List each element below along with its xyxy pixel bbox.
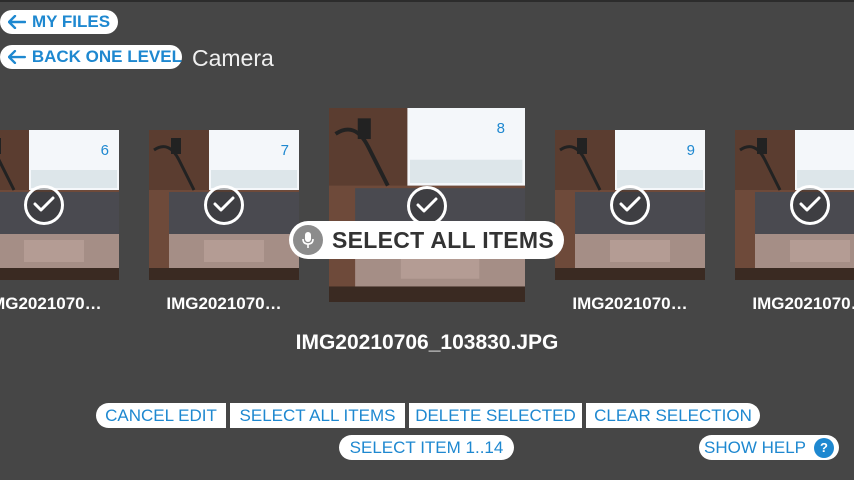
- top-divider: [0, 0, 854, 2]
- checkmark-icon: [204, 185, 244, 225]
- select-all-items-button[interactable]: SELECT ALL ITEMS: [230, 403, 405, 428]
- thumbnail-item[interactable]: 1: [735, 130, 854, 280]
- thumbnail-item[interactable]: 6: [0, 130, 119, 280]
- thumbnail-item[interactable]: 7: [149, 130, 299, 280]
- my-files-label: MY FILES: [32, 12, 111, 31]
- cancel-edit-button[interactable]: CANCEL EDIT: [96, 403, 226, 428]
- microphone-icon: [293, 225, 323, 255]
- back-one-level-label: BACK ONE LEVEL: [31, 47, 182, 66]
- back-one-level-button[interactable]: BACK ONE LEVEL: [0, 45, 182, 69]
- thumbnail-label: IMG2021070…: [572, 294, 688, 313]
- checkmark-icon: [610, 185, 650, 225]
- folder-title: Camera: [192, 45, 274, 71]
- select-item-range-button[interactable]: SELECT ITEM 1..14: [339, 435, 514, 460]
- delete-selected-button[interactable]: DELETE SELECTED: [409, 403, 582, 428]
- show-help-button[interactable]: SHOW HELP ?: [699, 435, 839, 460]
- thumbnail-index: 6: [100, 142, 109, 159]
- thumbnail-item[interactable]: 8: [329, 108, 525, 302]
- thumbnail-label: IMG2021070…: [752, 294, 854, 313]
- voice-command-bubble: SELECT ALL ITEMS: [289, 221, 564, 259]
- checkmark-icon: [24, 185, 64, 225]
- current-filename: IMG20210706_103830.JPG: [295, 331, 559, 354]
- checkmark-icon: [790, 185, 830, 225]
- thumbnail-label: IMG2021070…: [0, 294, 102, 313]
- help-icon: ?: [814, 437, 835, 458]
- back-arrow-icon: [8, 50, 26, 64]
- thumbnail-label: IMG2021070…: [166, 294, 282, 313]
- thumbnail-index: 7: [280, 142, 289, 159]
- show-help-label: SHOW HELP: [703, 438, 807, 457]
- voice-command-text: SELECT ALL ITEMS: [332, 226, 555, 253]
- thumbnail-index: 9: [686, 142, 695, 159]
- back-arrow-icon: [8, 15, 26, 29]
- clear-selection-button[interactable]: CLEAR SELECTION: [586, 403, 760, 428]
- my-files-button[interactable]: MY FILES: [0, 10, 118, 34]
- thumbnail-item[interactable]: 9: [555, 130, 705, 280]
- thumbnail-index: 8: [496, 120, 505, 137]
- checkmark-icon: [407, 186, 447, 226]
